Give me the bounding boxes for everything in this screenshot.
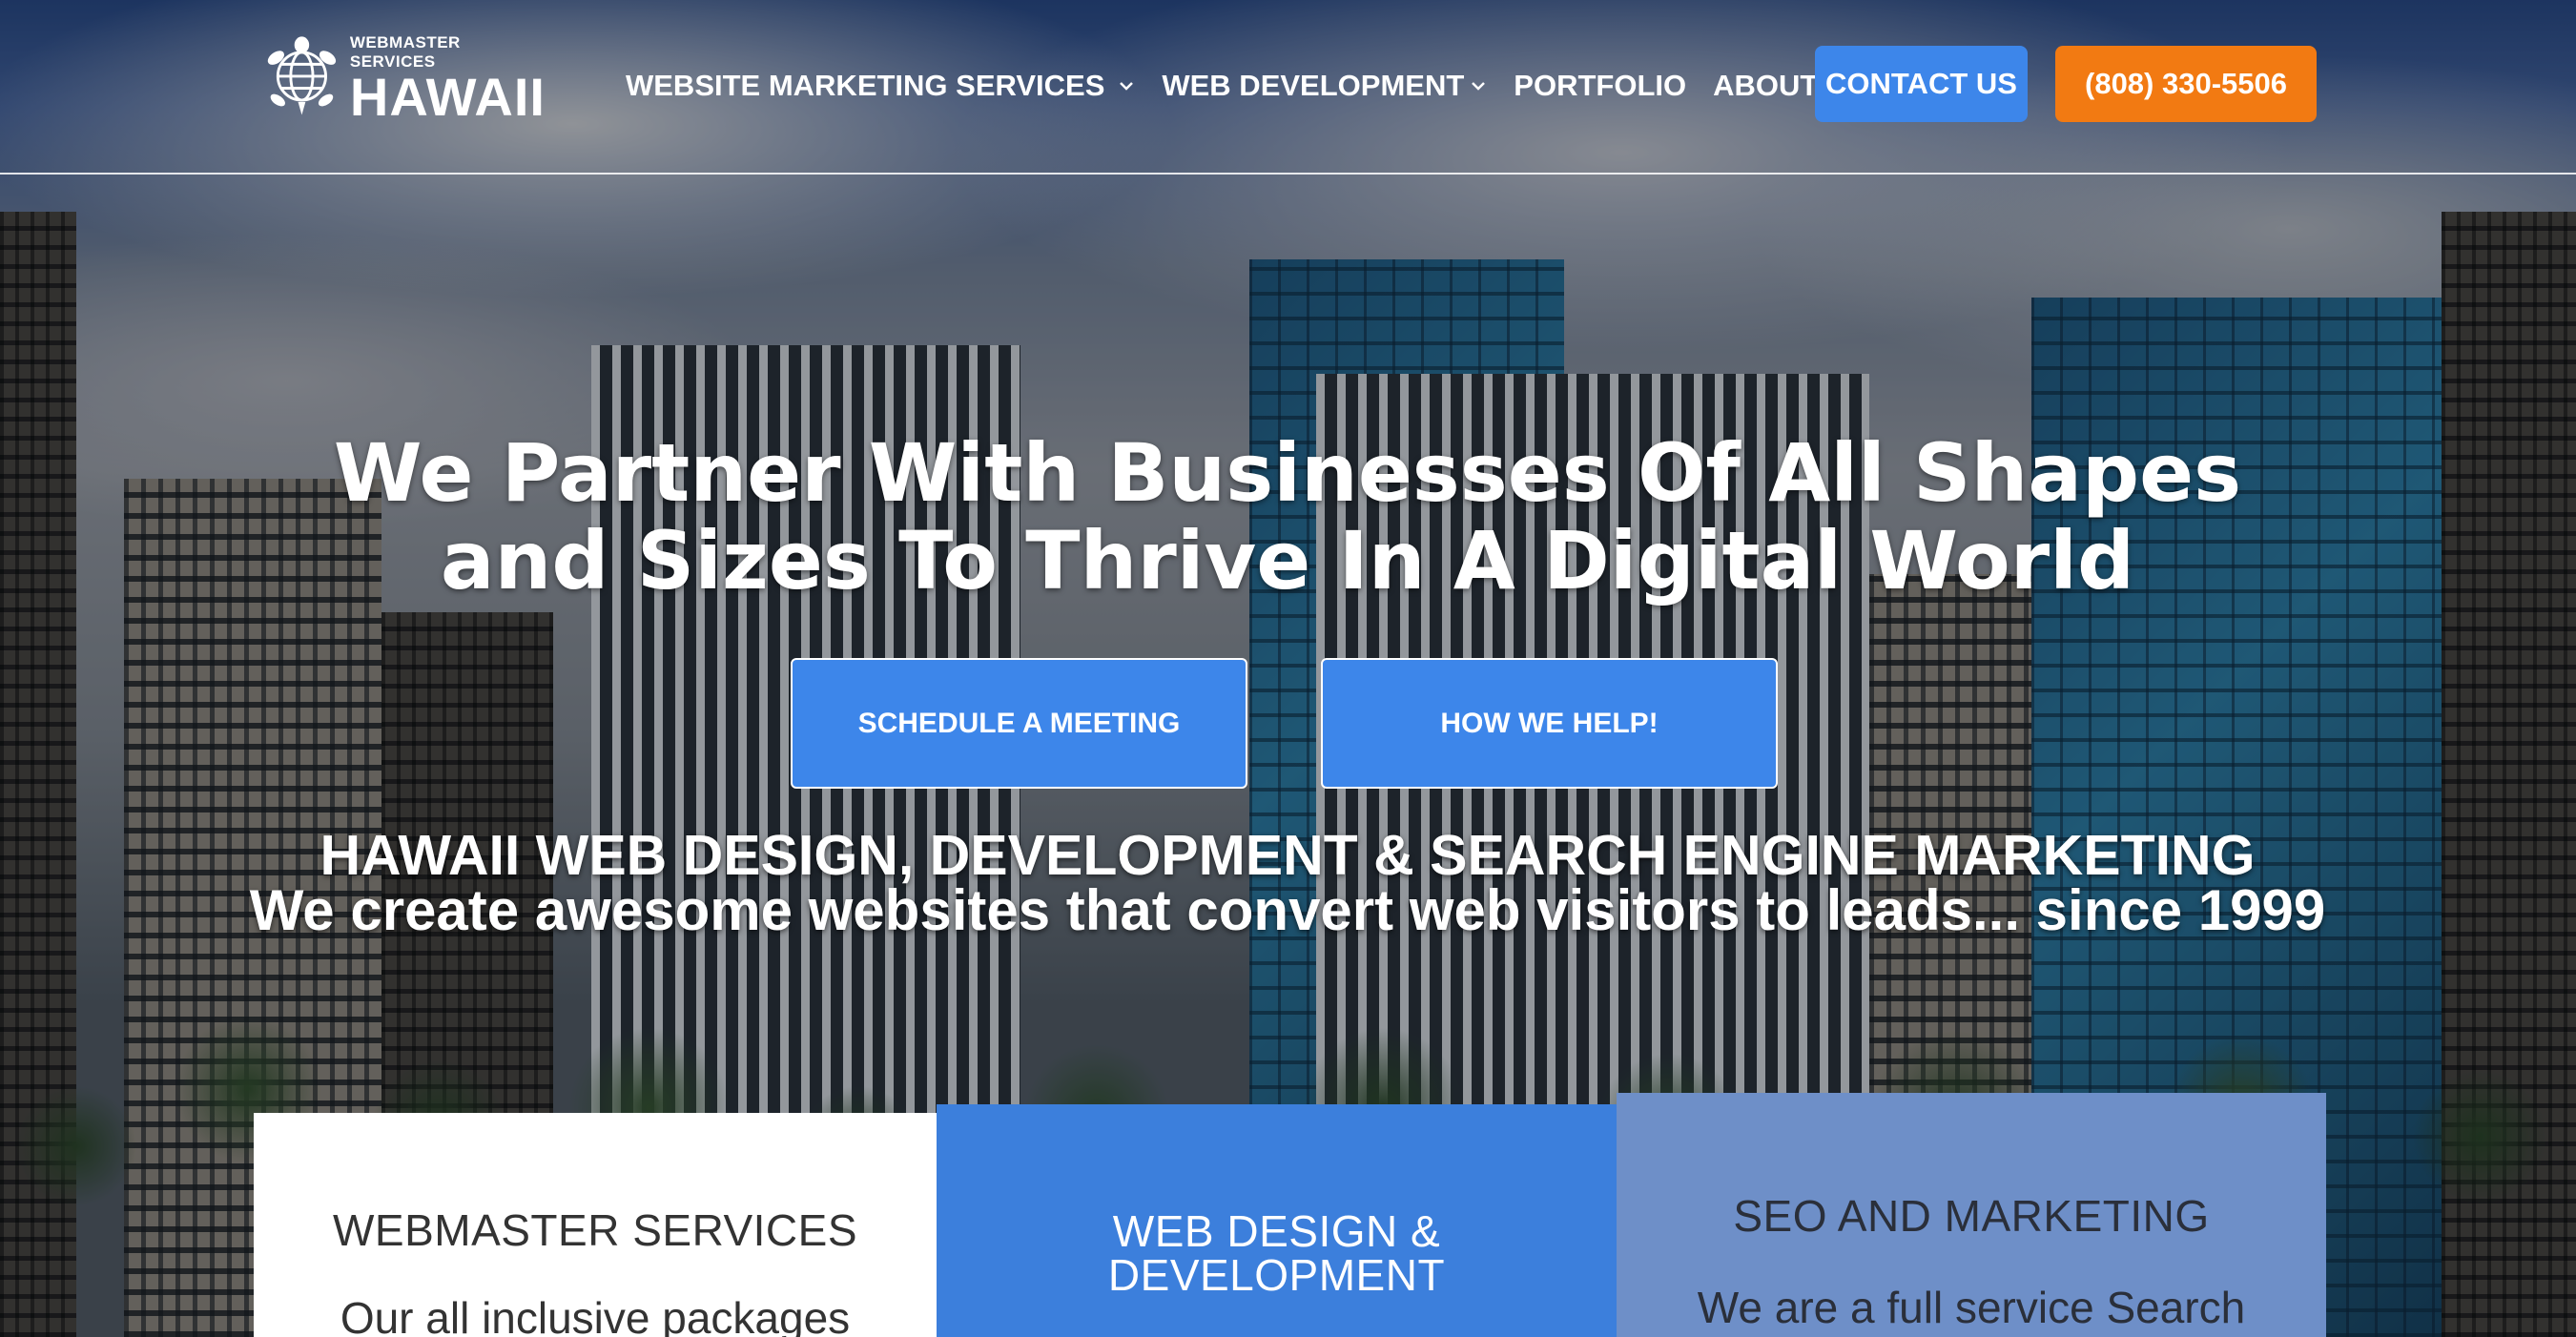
- hero-title: We Partner With Businesses Of All Shapes…: [238, 429, 2337, 605]
- turtle-globe-icon: [267, 36, 337, 115]
- how-we-help-button[interactable]: HOW WE HELP!: [1321, 658, 1778, 789]
- chevron-down-icon: [1120, 82, 1134, 91]
- nav-item-website-marketing-services[interactable]: WEBSITE MARKETING SERVICES: [626, 69, 1135, 103]
- card-title: WEBMASTER SERVICES: [332, 1205, 858, 1255]
- nav-item-label: WEBSITE MARKETING SERVICES: [626, 69, 1105, 102]
- tagline-subheading: We create awesome websites that convert …: [249, 878, 2326, 942]
- site-logo[interactable]: WEBMASTER SERVICES HAWAII: [259, 26, 546, 127]
- chevron-down-icon: [1472, 82, 1486, 91]
- card-seo-and-marketing[interactable]: SEO AND MARKETING We are a full service …: [1617, 1093, 2326, 1337]
- card-title: WEB DESIGN & DEVELOPMENT: [937, 1209, 1617, 1297]
- site-header: WEBMASTER SERVICES HAWAII WEBSITE MARKET…: [0, 0, 2576, 175]
- card-text: We are a full service Search: [1697, 1283, 2246, 1332]
- nav-item-label: PORTFOLIO: [1514, 69, 1687, 102]
- card-title: SEO AND MARKETING: [1733, 1191, 2210, 1241]
- contact-us-button[interactable]: CONTACT US: [1815, 46, 2028, 122]
- logo-wordmark: WEBMASTER SERVICES HAWAII: [349, 26, 546, 127]
- card-title-line-2: DEVELOPMENT: [1107, 1250, 1446, 1300]
- schedule-meeting-button[interactable]: SCHEDULE A MEETING: [791, 658, 1247, 789]
- hero-title-line-1: We Partner With Businesses Of All Shapes: [333, 426, 2242, 520]
- nav-item-label: WEB DEVELOPMENT: [1162, 69, 1465, 102]
- phone-button[interactable]: (808) 330-5506: [2055, 46, 2317, 122]
- nav-item-portfolio[interactable]: PORTFOLIO: [1514, 69, 1686, 103]
- logo-name: HAWAII: [349, 67, 546, 127]
- logo-tagline: WEBMASTER SERVICES: [349, 33, 461, 71]
- card-webmaster-services[interactable]: WEBMASTER SERVICES Our all inclusive pac…: [254, 1113, 937, 1337]
- card-text: Our all inclusive packages: [340, 1293, 851, 1337]
- nav-item-web-development[interactable]: WEB DEVELOPMENT: [1162, 69, 1487, 103]
- main-nav: WEBSITE MARKETING SERVICES WEB DEVELOPME…: [626, 57, 1925, 114]
- tagline-heading: HAWAII WEB DESIGN, DEVELOPMENT & SEARCH …: [319, 824, 2256, 887]
- card-web-design-development[interactable]: WEB DESIGN & DEVELOPMENT: [937, 1104, 1617, 1337]
- hero-tagline: HAWAII WEB DESIGN, DEVELOPMENT & SEARCH …: [191, 824, 2384, 942]
- hero-title-line-2: and Sizes To Thrive In A Digital World: [440, 514, 2135, 607]
- card-title-line-1: WEB DESIGN &: [1112, 1206, 1441, 1256]
